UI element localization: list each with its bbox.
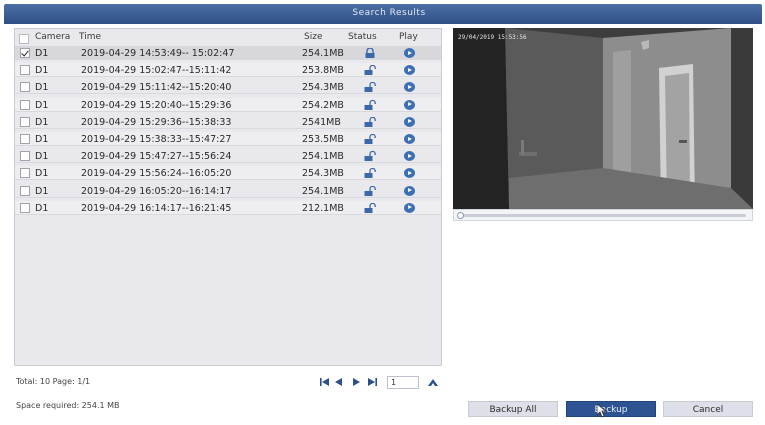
progress-handle[interactable] bbox=[457, 212, 464, 219]
play-icon[interactable] bbox=[404, 202, 415, 213]
column-header-play: Play bbox=[399, 32, 418, 42]
go-icon[interactable] bbox=[427, 377, 440, 387]
table-row[interactable]: D1 2019-04-29 15:11:42--15:20:40 254.3MB bbox=[15, 80, 441, 95]
play-icon[interactable] bbox=[404, 48, 415, 58]
row-checkbox[interactable] bbox=[20, 185, 30, 196]
row-time: 2019-04-29 15:47:27--15:56:24 bbox=[81, 151, 232, 163]
row-size: 254.3MB bbox=[302, 168, 344, 180]
unlocked-icon[interactable] bbox=[364, 99, 376, 110]
row-size: 253.5MB bbox=[302, 134, 344, 145]
row-checkbox[interactable] bbox=[20, 65, 30, 76]
backup-all-button[interactable]: Backup All bbox=[468, 401, 558, 417]
row-camera: D1 bbox=[35, 185, 49, 197]
row-time: 2019-04-29 14:53:49-- 15:02:47 bbox=[81, 48, 235, 59]
table-row[interactable]: D1 2019-04-29 15:47:27--15:56:24 254.1MB bbox=[15, 149, 441, 164]
row-size: 254.1MB bbox=[302, 185, 344, 197]
unlocked-icon[interactable] bbox=[364, 65, 376, 76]
row-time: 2019-04-29 16:14:17--16:21:45 bbox=[81, 202, 232, 214]
window-title: Search Results bbox=[352, 8, 426, 18]
table-row[interactable]: D1 2019-04-29 15:02:47--15:11:42 253.8MB bbox=[15, 63, 441, 78]
unlocked-icon[interactable] bbox=[364, 202, 376, 213]
row-size: 253.8MB bbox=[302, 65, 344, 77]
column-header-status: Status bbox=[348, 32, 377, 42]
preview-image bbox=[453, 28, 753, 209]
row-size: 254.1MB bbox=[302, 48, 344, 59]
row-camera: D1 bbox=[35, 134, 49, 145]
preview-timestamp: 29/04/2019 15:53:56 bbox=[458, 34, 527, 41]
play-icon[interactable] bbox=[404, 116, 415, 127]
table-row[interactable]: D1 2019-04-29 15:56:24--16:05:20 254.3MB bbox=[15, 166, 441, 181]
first-page-icon[interactable] bbox=[319, 377, 330, 387]
play-icon[interactable] bbox=[404, 99, 415, 110]
row-checkbox[interactable] bbox=[20, 134, 30, 144]
list-header: Camera Time Size Status Play bbox=[15, 31, 441, 45]
table-row[interactable]: D1 2019-04-29 15:38:33--15:47:27 253.5MB bbox=[15, 132, 441, 146]
row-size: 2541MB bbox=[302, 116, 341, 128]
row-checkbox[interactable] bbox=[20, 48, 30, 58]
cancel-button[interactable]: Cancel bbox=[663, 401, 753, 417]
unlocked-icon[interactable] bbox=[364, 151, 376, 162]
total-page-status: Total: 10 Page: 1/1 bbox=[16, 377, 91, 386]
row-time: 2019-04-29 15:11:42--15:20:40 bbox=[81, 82, 232, 94]
title-bar: Search Results bbox=[4, 4, 762, 24]
row-camera: D1 bbox=[35, 82, 49, 94]
pagination bbox=[319, 376, 444, 389]
row-checkbox[interactable] bbox=[20, 202, 30, 213]
row-checkbox[interactable] bbox=[20, 116, 30, 127]
unlocked-icon[interactable] bbox=[364, 185, 376, 196]
row-camera: D1 bbox=[35, 99, 49, 111]
unlocked-icon[interactable] bbox=[364, 116, 376, 127]
unlocked-icon[interactable] bbox=[364, 168, 376, 179]
mouse-cursor-icon bbox=[597, 404, 607, 418]
video-preview[interactable]: 29/04/2019 15:53:56 bbox=[453, 28, 753, 209]
row-camera: D1 bbox=[35, 116, 49, 128]
table-row[interactable]: D1 2019-04-29 16:14:17--16:21:45 212.1MB bbox=[15, 200, 441, 215]
space-required: Space required: 254.1 MB bbox=[16, 401, 120, 410]
play-icon[interactable] bbox=[404, 168, 415, 179]
play-icon[interactable] bbox=[404, 65, 415, 76]
row-time: 2019-04-29 15:29:36--15:38:33 bbox=[81, 116, 232, 128]
next-page-icon[interactable] bbox=[351, 377, 362, 387]
last-page-icon[interactable] bbox=[367, 377, 378, 387]
table-row[interactable]: D1 2019-04-29 16:05:20--16:14:17 254.1MB bbox=[15, 183, 441, 198]
table-row[interactable]: D1 2019-04-29 15:20:40--15:29:36 254.2MB bbox=[15, 97, 441, 112]
row-time: 2019-04-29 16:05:20--16:14:17 bbox=[81, 185, 232, 197]
row-checkbox[interactable] bbox=[20, 151, 30, 162]
playback-progress-slider[interactable] bbox=[453, 209, 753, 221]
progress-track[interactable] bbox=[460, 214, 746, 217]
play-icon[interactable] bbox=[404, 185, 415, 196]
row-size: 254.2MB bbox=[302, 99, 344, 111]
column-header-size[interactable]: Size bbox=[304, 32, 322, 42]
prev-page-icon[interactable] bbox=[333, 377, 344, 387]
page-number-input[interactable] bbox=[387, 376, 419, 389]
column-header-time[interactable]: Time bbox=[79, 32, 101, 42]
locked-icon[interactable] bbox=[364, 48, 376, 58]
row-camera: D1 bbox=[35, 65, 49, 77]
row-camera: D1 bbox=[35, 151, 49, 163]
select-all-checkbox[interactable] bbox=[19, 34, 29, 44]
table-row[interactable]: D1 2019-04-29 15:29:36--15:38:33 2541MB bbox=[15, 114, 441, 129]
row-time: 2019-04-29 15:56:24--16:05:20 bbox=[81, 168, 232, 180]
row-checkbox[interactable] bbox=[20, 99, 30, 110]
unlocked-icon[interactable] bbox=[364, 82, 376, 93]
play-icon[interactable] bbox=[404, 151, 415, 162]
row-size: 254.1MB bbox=[302, 151, 344, 163]
table-row[interactable]: D1 2019-04-29 14:53:49-- 15:02:47 254.1MB bbox=[15, 46, 441, 60]
play-icon[interactable] bbox=[404, 82, 415, 93]
row-checkbox[interactable] bbox=[20, 168, 30, 179]
column-header-camera[interactable]: Camera bbox=[35, 32, 70, 42]
row-size: 212.1MB bbox=[302, 202, 344, 214]
unlocked-icon[interactable] bbox=[364, 134, 376, 144]
backup-button[interactable]: Backup bbox=[566, 401, 656, 417]
row-camera: D1 bbox=[35, 168, 49, 180]
row-time: 2019-04-29 15:20:40--15:29:36 bbox=[81, 99, 232, 111]
row-camera: D1 bbox=[35, 202, 49, 214]
row-time: 2019-04-29 15:38:33--15:47:27 bbox=[81, 134, 232, 145]
search-results-list: Camera Time Size Status Play D1 2019-04-2… bbox=[14, 28, 442, 366]
row-camera: D1 bbox=[35, 48, 49, 59]
row-time: 2019-04-29 15:02:47--15:11:42 bbox=[81, 65, 232, 77]
play-icon[interactable] bbox=[404, 134, 415, 144]
row-checkbox[interactable] bbox=[20, 82, 30, 93]
row-size: 254.3MB bbox=[302, 82, 344, 94]
